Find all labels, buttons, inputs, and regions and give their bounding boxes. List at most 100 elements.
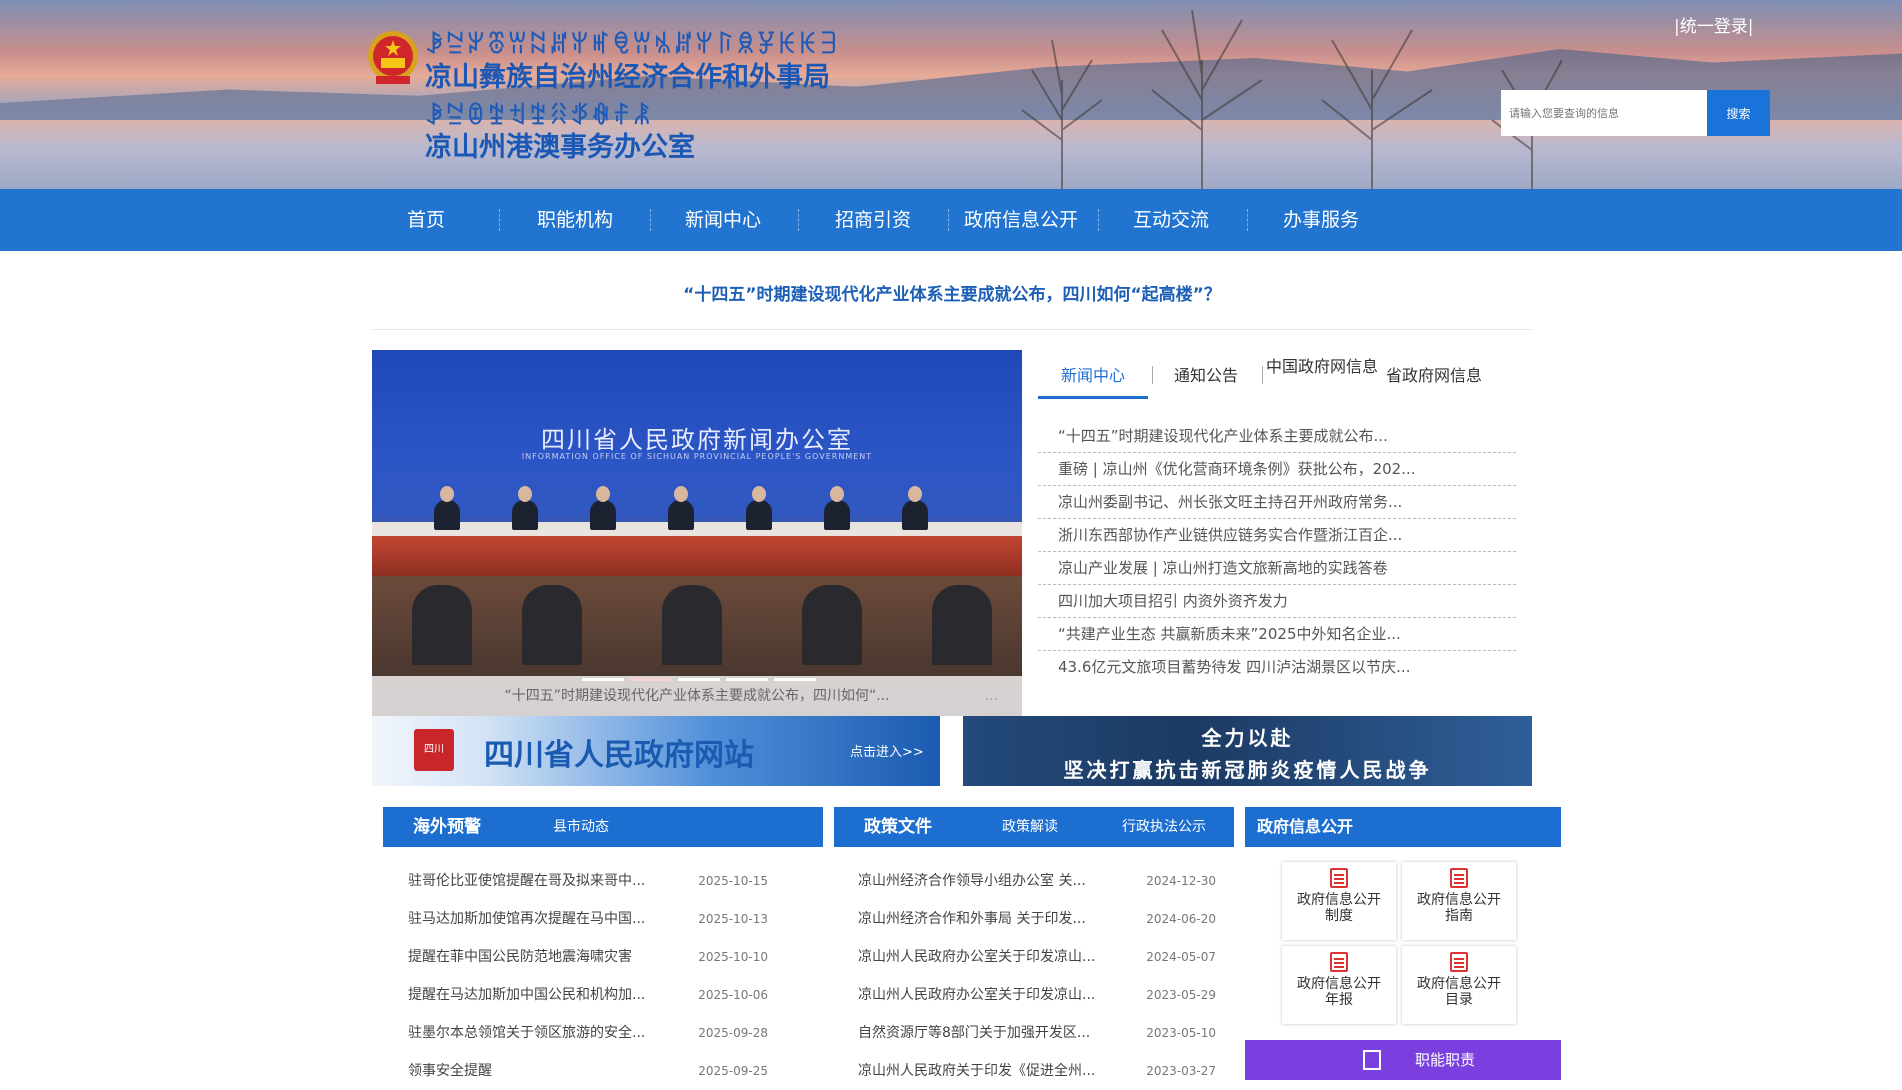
card-label-line2: 目录: [1445, 992, 1473, 1008]
unified-login-link[interactable]: |统一登录|: [1674, 12, 1753, 37]
covid-fight-banner[interactable]: 全力以赴 坚决打赢抗击新冠肺炎疫情人民战争: [963, 716, 1532, 786]
carousel-banner-subtitle: INFORMATION OFFICE OF SICHUAN PROVINCIAL…: [521, 452, 873, 461]
news-item[interactable]: 凉山产业发展 | 凉山州打造文旅新高地的实践答卷: [1038, 552, 1516, 585]
list-item-date: 2025-10-13: [698, 912, 768, 926]
list-item-date: 2023-03-27: [1146, 1064, 1216, 1078]
audience-figure: [522, 585, 582, 665]
list-item-title: 凉山州人民政府关于印发《促进全州...: [858, 1063, 1096, 1079]
policy-panel-header: 政策文件 政策解读 行政执法公示: [834, 807, 1234, 847]
list-item-date: 2025-10-10: [698, 950, 768, 964]
list-item[interactable]: 凉山州人民政府关于印发《促进全州... 2023-03-27: [858, 1052, 1216, 1090]
list-item[interactable]: 提醒在菲中国公民防范地震海啸灾害 2025-10-10: [408, 938, 768, 976]
tab-divider: [1262, 366, 1263, 384]
list-item-date: 2024-05-07: [1146, 950, 1216, 964]
news-item[interactable]: 四川加大项目招引 内资外资齐发力: [1038, 585, 1516, 618]
tab-county-news[interactable]: 县市动态: [553, 807, 609, 847]
list-item-date: 2023-05-10: [1146, 1026, 1216, 1040]
search-button[interactable]: 搜索: [1707, 90, 1770, 136]
list-item-title: 领事安全提醒: [408, 1063, 492, 1079]
tab-enforcement-disclosure[interactable]: 行政执法公示: [1122, 807, 1206, 847]
speaker-figure: [512, 486, 538, 530]
sichuan-gov-website-banner[interactable]: 四川 四川省人民政府网站 点击进入>>: [372, 716, 940, 786]
nav-investment[interactable]: 招商引资: [822, 189, 924, 251]
list-item[interactable]: 凉山州人民政府办公室关于印发凉山... 2023-05-29: [858, 976, 1216, 1014]
list-item[interactable]: 凉山州经济合作领导小组办公室 关... 2024-12-30: [858, 862, 1216, 900]
gov-info-annual-report-card[interactable]: 政府信息公开 年报: [1282, 946, 1396, 1024]
list-item-date: 2025-09-28: [698, 1026, 768, 1040]
speaker-figure: [590, 486, 616, 530]
national-emblem-icon: [368, 31, 418, 84]
speaker-figure: [668, 486, 694, 530]
overseas-panel-header: 海外预警 县市动态: [383, 807, 823, 847]
news-item[interactable]: 重磅 | 凉山州《优化营商环境条例》获批公布，202...: [1038, 453, 1516, 486]
header-banner: ꆃꊂꏃꁨꀕꉆꏦꅍꎭꋠꀕꁱꏦꅍꑍꌋꐯꀘꀘꎆ 凉山彝族自治州经济合作和外事局 ꆃꊂꀧ…: [0, 0, 1902, 189]
nav-home[interactable]: 首页: [384, 189, 468, 251]
news-item[interactable]: 浙川东西部协作产业链供应链务实合作暨浙江百企...: [1038, 519, 1516, 552]
gov-info-catalog-card[interactable]: 政府信息公开 目录: [1402, 946, 1516, 1024]
carousel-banner-title: 四川省人民政府新闻办公室: [541, 426, 853, 454]
list-item[interactable]: 凉山州人民政府办公室关于印发凉山... 2024-05-07: [858, 938, 1216, 976]
speaker-figure: [434, 486, 460, 530]
list-item-title: 驻马达加斯加使馆再次提醒在马中国...: [408, 911, 646, 927]
gov-info-panel-header: 政府信息公开: [1245, 807, 1561, 847]
news-item[interactable]: “十四五”时期建设现代化产业体系主要成就公布...: [1038, 420, 1516, 453]
card-label-line1: 政府信息公开: [1417, 892, 1501, 908]
list-item-title: 驻墨尔本总领馆关于领区旅游的安全...: [408, 1025, 646, 1041]
tab-provincial-gov-info[interactable]: 省政府网信息: [1378, 356, 1490, 396]
list-item[interactable]: 凉山州经济合作和外事局 关于印发... 2024-06-20: [858, 900, 1216, 938]
nav-divider: [948, 209, 949, 231]
press-conference-dais: [372, 536, 1022, 576]
top-headline-link[interactable]: “十四五”时期建设现代化产业体系主要成就公布，四川如何“起高楼”？: [372, 280, 1532, 305]
news-carousel[interactable]: 四川省人民政府新闻办公室 INFORMATION OFFICE OF SICHU…: [372, 350, 1022, 716]
nav-divider: [499, 209, 500, 231]
tab-overseas-alerts[interactable]: 海外预警: [413, 807, 481, 847]
audience-figure: [662, 585, 722, 665]
news-item[interactable]: 凉山州委副书记、州长张文旺主持召开州政府常务...: [1038, 486, 1516, 519]
list-item-date: 2023-05-29: [1146, 988, 1216, 1002]
tab-policy-interpretation[interactable]: 政策解读: [1002, 807, 1058, 847]
sichuan-seal-logo: 四川: [414, 729, 454, 771]
list-item-title: 提醒在菲中国公民防范地震海啸灾害: [408, 949, 632, 965]
tab-central-gov-info[interactable]: 中国政府网信息: [1266, 356, 1378, 398]
nav-departments[interactable]: 职能机构: [524, 189, 626, 251]
list-item[interactable]: 驻马达加斯加使馆再次提醒在马中国... 2025-10-13: [408, 900, 768, 938]
nav-services[interactable]: 办事服务: [1270, 189, 1372, 251]
gov-info-system-card[interactable]: 政府信息公开 制度: [1282, 862, 1396, 940]
list-item-title: 提醒在马达加斯加中国公民和机构加...: [408, 987, 646, 1003]
card-label-line2: 年报: [1325, 992, 1353, 1008]
list-item[interactable]: 领事安全提醒 2025-09-25: [408, 1052, 768, 1090]
nav-divider: [1247, 209, 1248, 231]
tab-notices[interactable]: 通知公告: [1160, 356, 1252, 396]
duties-button[interactable]: 职能职责: [1245, 1040, 1561, 1080]
card-label-line1: 政府信息公开: [1417, 976, 1501, 992]
gov-info-guide-card[interactable]: 政府信息公开 指南: [1402, 862, 1516, 940]
carousel-caption[interactable]: “十四五”时期建设现代化产业体系主要成就公布，四川如何“... ...: [372, 676, 1022, 716]
list-item[interactable]: 自然资源厅等8部门关于加强开发区... 2023-05-10: [858, 1014, 1216, 1052]
list-item[interactable]: 提醒在马达加斯加中国公民和机构加... 2025-10-06: [408, 976, 768, 1014]
covid-banner-line2: 坚决打赢抗击新冠肺炎疫情人民战争: [1063, 758, 1432, 782]
list-item-title: 凉山州人民政府办公室关于印发凉山...: [858, 949, 1096, 965]
nav-news-center[interactable]: 新闻中心: [672, 189, 774, 251]
carousel-caption-more: ...: [984, 688, 998, 704]
list-item-date: 2025-10-06: [698, 988, 768, 1002]
tab-policy-documents[interactable]: 政策文件: [864, 807, 932, 847]
search-input[interactable]: [1501, 90, 1707, 136]
audience-figure: [932, 585, 992, 665]
list-item[interactable]: 驻墨尔本总领馆关于领区旅游的安全... 2025-09-28: [408, 1014, 768, 1052]
duties-button-label: 职能职责: [1415, 1051, 1476, 1069]
speaker-figure: [746, 486, 772, 530]
nav-interaction[interactable]: 互动交流: [1120, 189, 1222, 251]
nav-divider: [798, 209, 799, 231]
nav-gov-info[interactable]: 政府信息公开: [954, 189, 1088, 251]
news-item[interactable]: “共建产业生态 共赢新质未来”2025中外知名企业...: [1038, 618, 1516, 651]
duties-icon: [1363, 1050, 1381, 1070]
list-item[interactable]: 驻哥伦比亚使馆提醒在哥及拟来哥中... 2025-10-15: [408, 862, 768, 900]
tab-news-center[interactable]: 新闻中心: [1038, 356, 1148, 399]
divider: [372, 329, 1532, 330]
document-question-icon: [1450, 868, 1468, 888]
tab-divider: [1152, 366, 1153, 384]
enter-link[interactable]: 点击进入>>: [850, 741, 924, 760]
list-item-date: 2024-06-20: [1146, 912, 1216, 926]
news-item[interactable]: 43.6亿元文旅项目蓄势待发 四川泸沽湖景区以节庆...: [1038, 651, 1516, 683]
gov-info-panel-title[interactable]: 政府信息公开: [1257, 807, 1353, 847]
